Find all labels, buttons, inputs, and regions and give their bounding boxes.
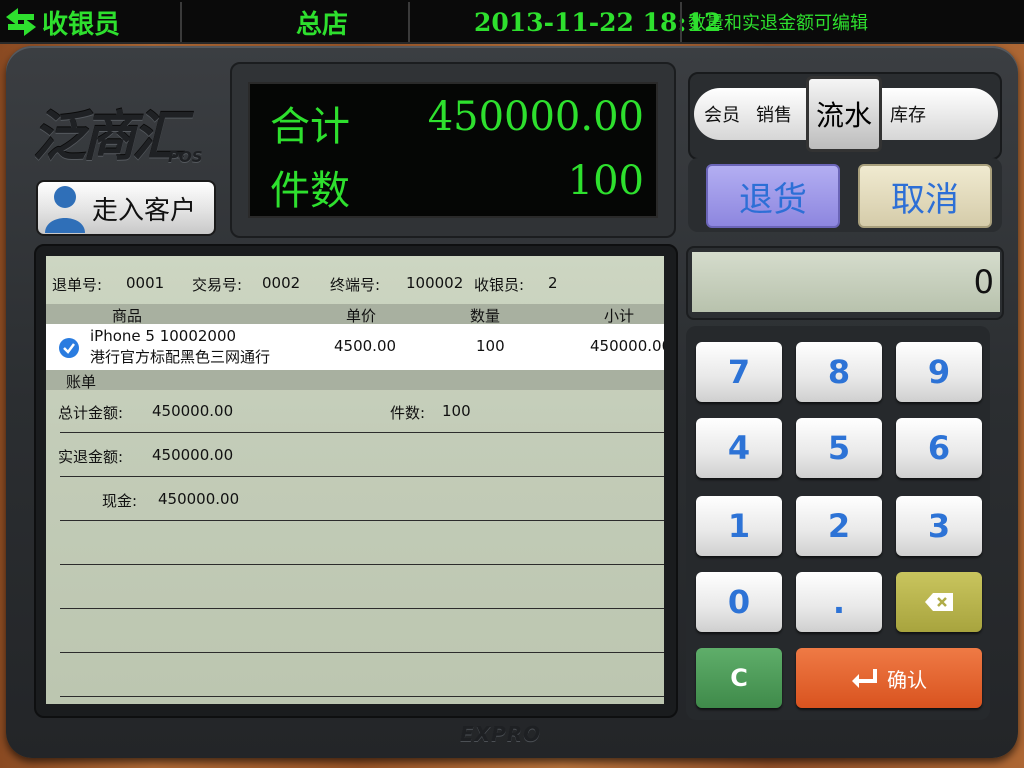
divider xyxy=(60,432,664,433)
terminal-label: 终端号: xyxy=(330,276,381,294)
back-button[interactable]: 收银员 xyxy=(4,0,120,44)
key-1[interactable]: 1 xyxy=(696,496,782,556)
divider xyxy=(60,564,664,565)
divider xyxy=(408,2,410,42)
total-value: 450000.00 xyxy=(427,94,644,140)
return-no-label: 退单号: xyxy=(52,276,103,294)
product-desc: 港行官方标配黑色三网通行 xyxy=(90,348,271,366)
divider xyxy=(180,2,182,42)
row-subtotal: 450000.00 xyxy=(590,337,664,355)
column-product: 商品 xyxy=(112,307,143,325)
device-brand: EXPRO xyxy=(460,722,542,746)
divider xyxy=(680,2,682,42)
confirm-label: 确认 xyxy=(887,667,927,692)
walk-in-customer-label: 走入客户 xyxy=(92,195,197,226)
terminal-no: 100002 xyxy=(406,274,464,292)
clear-button[interactable]: C xyxy=(696,648,782,708)
key-5[interactable]: 5 xyxy=(796,418,882,478)
count-value: 100 xyxy=(567,158,644,204)
receipt-panel: 退单号: 0001 交易号: 0002 终端号: 100002 收银员: 2 商… xyxy=(46,256,664,704)
total-amount: 450000.00 xyxy=(152,402,234,420)
table-header: 商品 单价 数量 小计 xyxy=(46,304,664,325)
count-label: 件数 xyxy=(270,168,350,214)
column-qty: 数量 xyxy=(470,307,501,325)
key-0[interactable]: 0 xyxy=(696,572,782,632)
summary-count: 100 xyxy=(442,402,471,420)
segment-journal[interactable]: 流水 xyxy=(806,76,882,152)
bill-section-header: 账单 xyxy=(46,370,664,391)
product-name: iPhone 5 10002000 xyxy=(90,327,237,345)
column-price: 单价 xyxy=(346,307,377,325)
bill-section-label: 账单 xyxy=(66,373,97,391)
key-7[interactable]: 7 xyxy=(696,342,782,402)
receipt-cashier-label: 收银员: xyxy=(474,276,525,294)
person-icon xyxy=(42,183,88,233)
divider xyxy=(60,608,664,609)
divider xyxy=(60,652,664,653)
brand-logo-pos: POS xyxy=(168,148,203,166)
segment-member[interactable]: 会员 xyxy=(704,88,740,140)
walk-in-customer-button[interactable]: 走入客户 xyxy=(36,180,216,236)
total-amount-label: 总计金额: xyxy=(58,404,124,422)
key-6[interactable]: 6 xyxy=(896,418,982,478)
key-4[interactable]: 4 xyxy=(696,418,782,478)
row-price: 4500.00 xyxy=(334,337,397,355)
enter-icon xyxy=(852,669,877,688)
checkmark-icon xyxy=(59,338,79,358)
receipt-cashier: 2 xyxy=(548,274,558,292)
table-row[interactable]: iPhone 5 10002000 港行官方标配黑色三网通行 4500.00 1… xyxy=(46,324,664,370)
key-8[interactable]: 8 xyxy=(796,342,882,402)
segment-inventory[interactable]: 库存 xyxy=(890,88,926,140)
divider xyxy=(60,476,664,477)
refund-amount-label: 实退金额: xyxy=(58,448,124,466)
datetime: 2013-11-22 18:12 xyxy=(474,7,722,37)
cash-label: 现金: xyxy=(102,492,138,510)
trade-no-label: 交易号: xyxy=(192,276,243,294)
refund-amount[interactable]: 450000.00 xyxy=(152,446,233,464)
backspace-button[interactable] xyxy=(896,572,982,632)
cash-amount: 450000.00 xyxy=(158,490,240,508)
total-label: 合计 xyxy=(270,104,350,150)
segment-sales[interactable]: 销售 xyxy=(756,88,792,140)
totals-display: 合计 450000.00 件数 100 xyxy=(248,82,658,218)
divider xyxy=(60,520,664,521)
cashier-title: 收银员 xyxy=(42,9,121,40)
divider xyxy=(60,696,664,697)
key-2[interactable]: 2 xyxy=(796,496,882,556)
return-no: 0001 xyxy=(126,274,165,292)
trade-no: 0002 xyxy=(262,274,301,292)
cancel-button[interactable]: 取消 xyxy=(858,164,992,228)
summary-count-label: 件数: xyxy=(390,404,426,422)
column-subtotal: 小计 xyxy=(604,307,635,325)
input-display: 0 xyxy=(692,252,1000,312)
key-3[interactable]: 3 xyxy=(896,496,982,556)
top-status-bar: 收银员 总店 2013-11-22 18:12 数量和实退金额可编辑 xyxy=(0,0,1024,44)
swap-arrows-icon xyxy=(6,8,36,36)
row-qty[interactable]: 100 xyxy=(476,337,505,355)
confirm-button[interactable]: 确认 xyxy=(796,648,982,708)
key-9[interactable]: 9 xyxy=(896,342,982,402)
backspace-icon xyxy=(925,593,953,611)
edit-hint: 数量和实退金额可编辑 xyxy=(688,13,868,34)
store-name: 总店 xyxy=(296,9,349,40)
return-button[interactable]: 退货 xyxy=(706,164,840,228)
key-decimal[interactable]: . xyxy=(796,572,882,632)
